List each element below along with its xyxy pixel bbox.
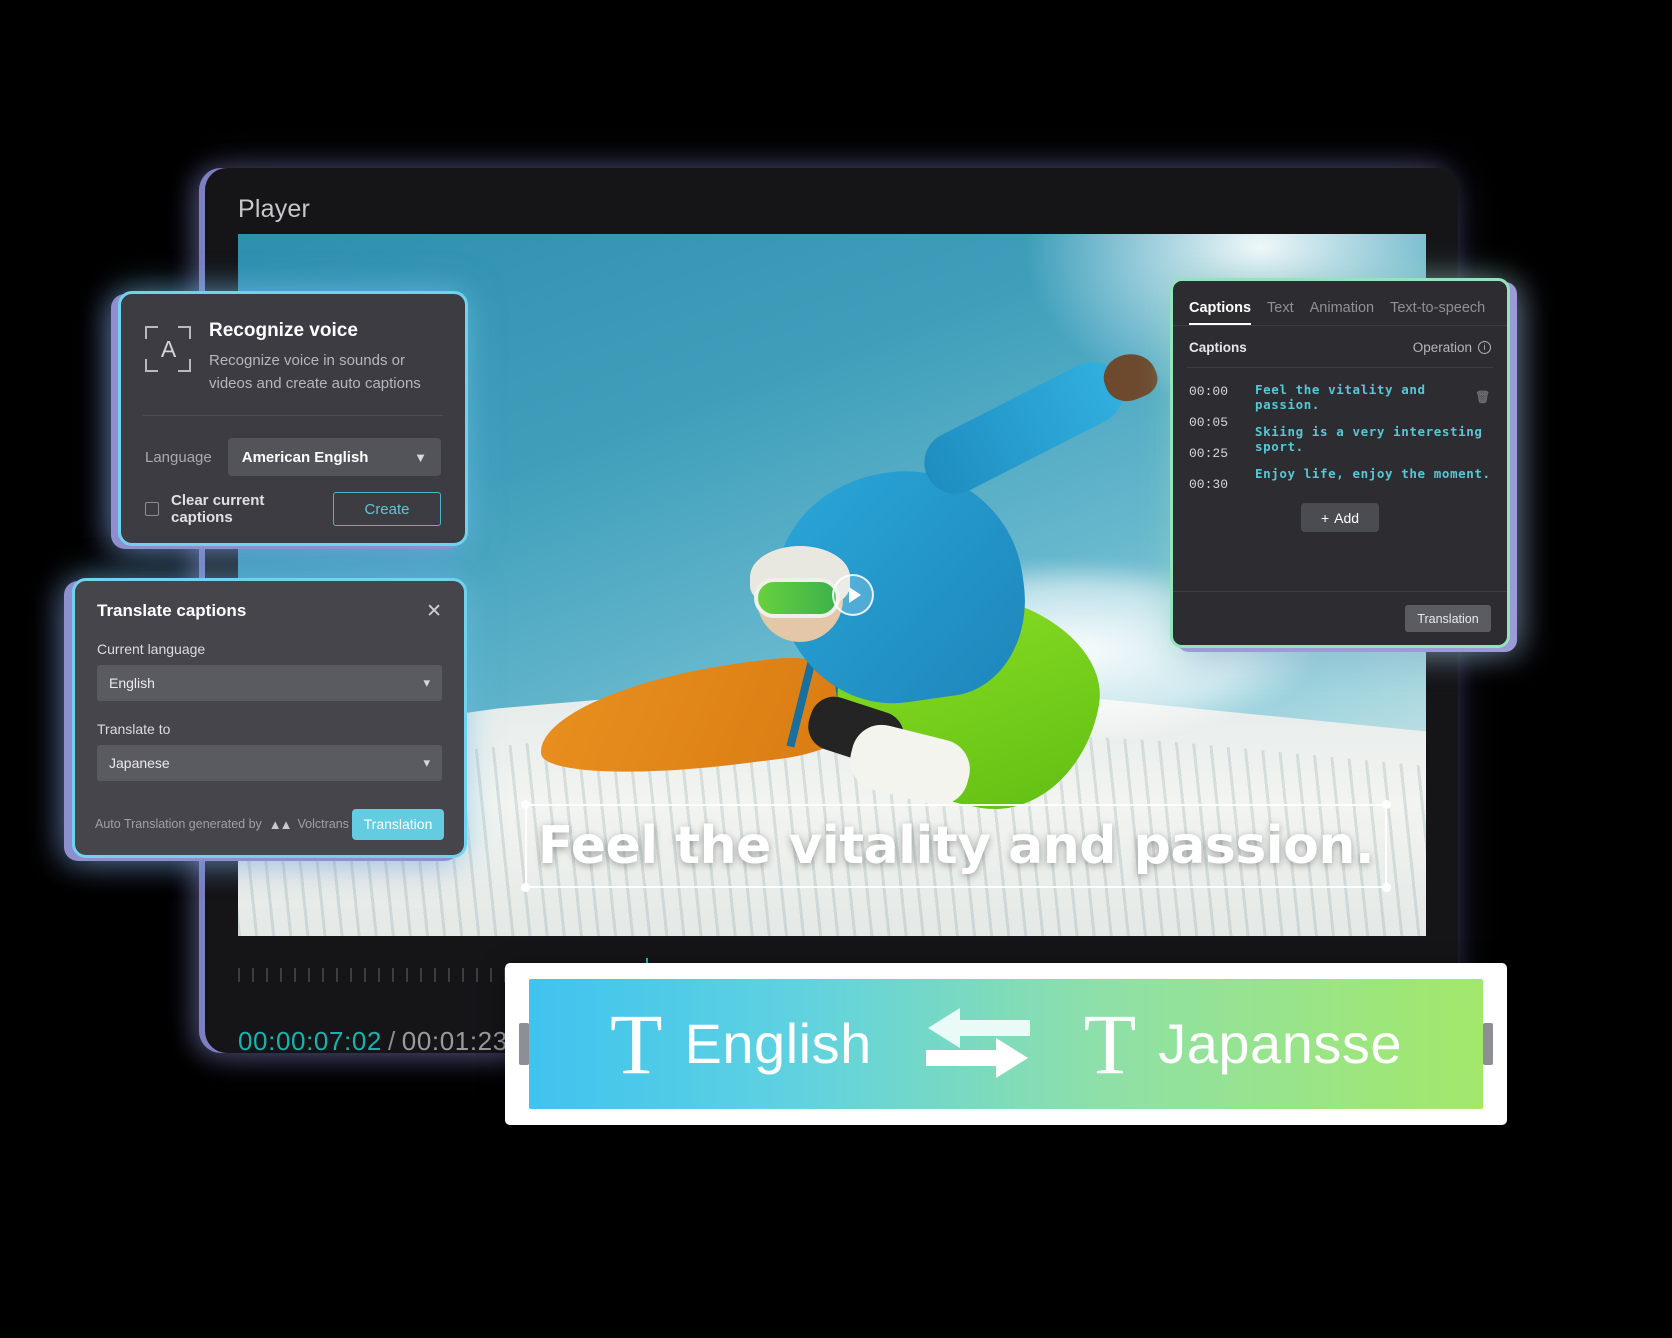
- language-swap-banner: T English T Japansse: [505, 963, 1507, 1125]
- language-label: Language: [145, 448, 212, 466]
- translate-captions-header: Translate captions ✕: [75, 581, 464, 621]
- current-language-label: Current language: [97, 641, 206, 657]
- chevron-down-icon: ▾: [423, 755, 430, 770]
- text-t-icon: T: [610, 995, 663, 1092]
- captions-list: 00:00 00:05 00:25 00:30 Feel the vitalit…: [1173, 368, 1507, 532]
- target-language-chip[interactable]: T Japansse: [1083, 995, 1402, 1092]
- chevron-down-icon: ▼: [414, 449, 427, 465]
- trash-icon[interactable]: 🗑: [1475, 390, 1491, 404]
- info-icon[interactable]: i: [1478, 341, 1491, 354]
- create-row: Clear current captions Create: [121, 476, 465, 526]
- captions-section-header: Captions Operation i: [1173, 326, 1507, 367]
- recognize-voice-panel: A Recognize voice Recognize voice in sou…: [118, 291, 468, 546]
- clear-captions-label: Clear current captions: [171, 492, 265, 526]
- caption-timestamp: 00:25: [1189, 446, 1229, 461]
- captions-panel-footer: Translation: [1173, 591, 1507, 645]
- recognize-voice-description: Recognize voice in sounds or videos and …: [209, 352, 421, 392]
- operation-label: Operation: [1412, 340, 1472, 355]
- captions-tab-bar: Captions Text Animation Text-to-speech: [1173, 281, 1507, 325]
- caption-timestamp: 00:30: [1189, 477, 1229, 492]
- voice-scan-icon: A: [145, 326, 191, 372]
- tab-text-to-speech[interactable]: Text-to-speech: [1390, 300, 1485, 325]
- list-item[interactable]: Skiing is a very interesting sport.: [1255, 424, 1491, 454]
- caption-timestamp: 00:00: [1189, 384, 1229, 399]
- drag-handle-icon[interactable]: [519, 1023, 529, 1065]
- translation-button[interactable]: Translation: [352, 808, 444, 840]
- caption-line-text: Enjoy life, enjoy the moment.: [1255, 466, 1491, 481]
- swap-arrows-icon[interactable]: [918, 1004, 1038, 1084]
- translate-captions-title: Translate captions: [97, 601, 247, 620]
- caption-line-text: Feel the vitality and passion.: [1255, 382, 1426, 412]
- captions-side-panel: Captions Text Animation Text-to-speech C…: [1170, 278, 1510, 648]
- recognize-voice-header: A Recognize voice Recognize voice in sou…: [121, 294, 465, 395]
- source-language-chip[interactable]: T English: [610, 995, 872, 1092]
- add-caption-button[interactable]: + Add: [1301, 503, 1379, 532]
- current-language-select[interactable]: English ▾: [97, 665, 442, 701]
- target-language-label: Japansse: [1158, 1012, 1402, 1076]
- operation-header: Operation i: [1413, 340, 1491, 355]
- source-language-label: English: [684, 1012, 872, 1076]
- play-icon[interactable]: [832, 574, 874, 616]
- attribution-text: Auto Translation generated by: [95, 817, 262, 831]
- language-select[interactable]: American English ▼: [227, 438, 441, 476]
- chevron-down-icon: ▾: [423, 675, 430, 690]
- screenshot-root: Player Feel the vitality and passion. 00…: [0, 0, 1672, 1338]
- close-icon[interactable]: ✕: [426, 602, 442, 621]
- timecode-display: 00:00:07:02/00:01:23:00: [238, 1026, 546, 1057]
- clear-captions-checkbox[interactable]: [145, 502, 159, 516]
- captions-section-label: Captions: [1189, 340, 1247, 355]
- language-row: Language American English ▼: [121, 416, 465, 476]
- subtitle-text: Feel the vitality and passion.: [537, 816, 1375, 876]
- caption-text-lines: Feel the vitality and passion. 🗑 Skiing …: [1255, 382, 1491, 481]
- tab-captions[interactable]: Captions: [1189, 300, 1252, 325]
- tab-animation[interactable]: Animation: [1310, 300, 1374, 325]
- captions-translation-button[interactable]: Translation: [1405, 605, 1491, 632]
- language-banner-gradient: T English T Japansse: [529, 979, 1483, 1109]
- list-item[interactable]: Enjoy life, enjoy the moment.: [1255, 466, 1491, 481]
- create-button[interactable]: Create: [333, 492, 441, 526]
- list-item[interactable]: Feel the vitality and passion. 🗑: [1255, 382, 1491, 412]
- snowboarder-goggles: [754, 578, 840, 618]
- page-title: Player: [238, 195, 311, 223]
- translate-to-value: Japanese: [109, 755, 170, 771]
- translation-attribution: Auto Translation generated by ▲▲ Volctra…: [95, 817, 349, 832]
- timecode-current: 00:00:07:02: [238, 1026, 382, 1056]
- text-t-icon: T: [1083, 995, 1137, 1092]
- current-language-value: English: [109, 675, 155, 691]
- translate-to-label: Translate to: [97, 721, 171, 737]
- drag-handle-icon[interactable]: [1483, 1023, 1493, 1065]
- tab-text[interactable]: Text: [1267, 300, 1294, 325]
- attribution-brand: Volctrans: [297, 817, 349, 831]
- plus-icon: +: [1320, 509, 1330, 526]
- volctrans-mountain-icon: ▲▲: [268, 816, 293, 832]
- add-caption-label: Add: [1334, 509, 1360, 526]
- translate-captions-panel: Translate captions ✕ Current language En…: [72, 578, 467, 858]
- translate-to-select[interactable]: Japanese ▾: [97, 745, 442, 781]
- translate-captions-footer: Auto Translation generated by ▲▲ Volctra…: [75, 793, 464, 855]
- caption-line-text: Skiing is a very interesting sport.: [1255, 424, 1483, 454]
- caption-timestamps: 00:00 00:05 00:25 00:30: [1189, 384, 1247, 508]
- caption-timestamp: 00:05: [1189, 415, 1229, 430]
- voice-scan-icon-glyph: A: [160, 335, 176, 362]
- language-select-value: American English: [241, 448, 369, 466]
- timecode-separator: /: [387, 1026, 396, 1056]
- subtitle-overlay-box[interactable]: Feel the vitality and passion.: [521, 800, 1391, 892]
- recognize-voice-title: Recognize voice: [209, 320, 358, 341]
